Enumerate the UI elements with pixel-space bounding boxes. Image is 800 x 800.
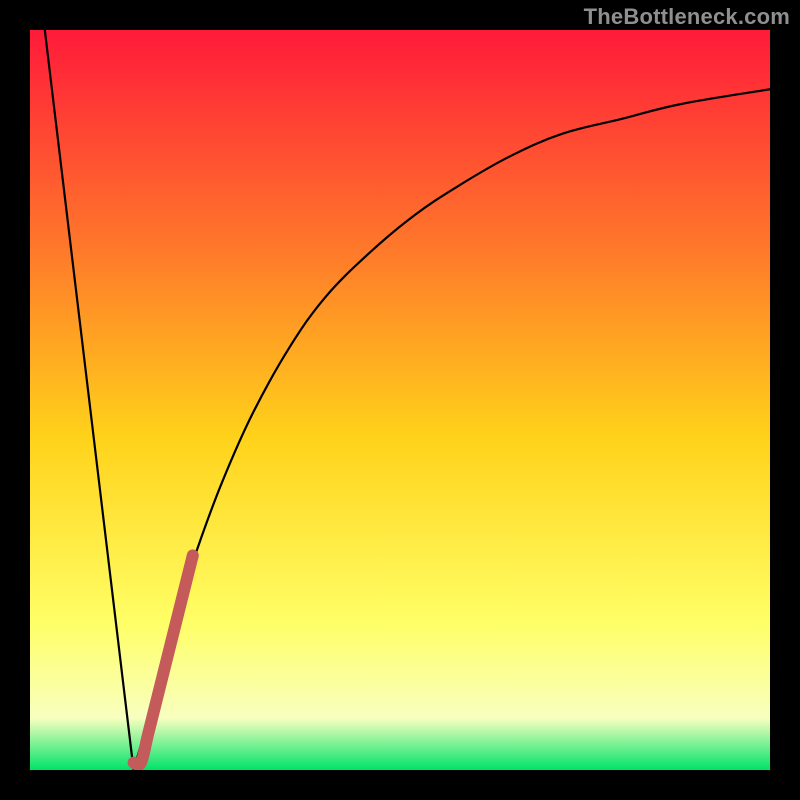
- gradient-background: [30, 30, 770, 770]
- chart-svg: [30, 30, 770, 770]
- outer-frame: TheBottleneck.com: [0, 0, 800, 800]
- watermark-text: TheBottleneck.com: [584, 4, 790, 30]
- plot-area: [30, 30, 770, 770]
